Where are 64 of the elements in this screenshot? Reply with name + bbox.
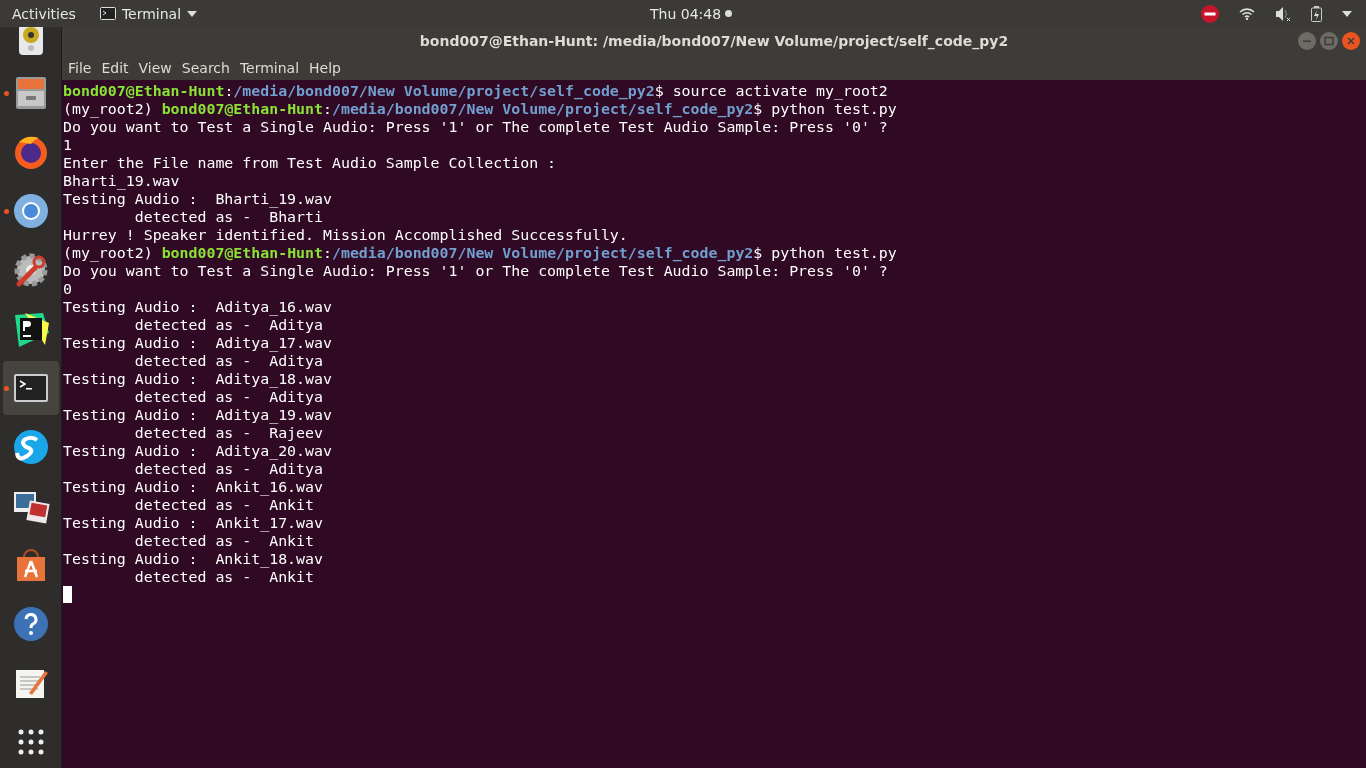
terminal-text: Bharti_19.wav: [63, 172, 180, 190]
prompt-path: /media/bond007/New Volume/project/self_code_py2: [331, 100, 754, 118]
terminal-text: Testing Audio : Aditya_16.wav: [63, 298, 332, 316]
terminal-text: (my_root2): [63, 244, 154, 262]
menu-item[interactable]: Search: [176, 59, 235, 76]
prompt-user: bond007@Ethan-Hunt: [63, 82, 225, 100]
wifi-icon[interactable]: [1239, 7, 1255, 20]
terminal-text: Enter the File name from Test Audio Sample Collection :: [63, 154, 557, 172]
prompt-path: /media/bond007/New Volume/project/self_code_py2: [233, 82, 655, 100]
terminal-text: Testing Audio : Aditya_19.wav: [63, 406, 332, 424]
terminal-text: $ python test.py: [753, 100, 897, 118]
caret-icon: [187, 10, 198, 17]
terminal-text: detected as - Rajeev: [133, 424, 323, 442]
menu-item[interactable]: Edit: [96, 59, 134, 76]
terminal-text: Testing Audio : Ankit_17.wav: [63, 514, 323, 532]
terminal-text: 0: [63, 280, 72, 298]
terminal-text: detected as - Aditya: [133, 460, 323, 478]
terminal-text: detected as - Bharti: [133, 208, 323, 226]
window-title: bond007@Ethan-Hunt: /media/bond007/New Volume/project/self_code_py2: [419, 33, 1009, 49]
text-cursor: [63, 586, 72, 603]
terminal-text: detected as - Aditya: [133, 316, 323, 334]
activities-button[interactable]: Activities: [12, 5, 76, 22]
terminal-text: detected as - Ankit: [133, 532, 315, 550]
terminal-text: $ source activate my_root2: [654, 82, 888, 100]
caret-icon[interactable]: [1342, 10, 1352, 17]
terminal-icon: [99, 7, 116, 20]
terminal-text: Do you want to Test a Single Audio: Press '1' or The complete Test Audio Sample: Press '0' ?: [63, 262, 888, 280]
prompt-user: bond007@Ethan-Hunt: [161, 100, 323, 118]
terminal-text: (my_root2): [63, 100, 154, 118]
close-button[interactable]: [1342, 32, 1360, 50]
menu-item[interactable]: Help: [304, 59, 346, 76]
clock[interactable]: Thu 04:48: [650, 5, 722, 22]
do-not-disturb-icon[interactable]: [1201, 4, 1219, 23]
terminal-area[interactable]: [62, 80, 1366, 768]
terminal-text: Testing Audio : Bharti_19.wav: [63, 190, 332, 208]
menu-item[interactable]: File: [63, 59, 97, 76]
terminal-text: Testing Audio : Aditya_18.wav: [63, 370, 332, 388]
terminal-text: $ python test.py: [753, 244, 897, 262]
prompt-path: /media/bond007/New Volume/project/self_code_py2: [331, 244, 754, 262]
running-indicator: [3, 91, 9, 96]
terminal-text: detected as - Aditya: [133, 388, 323, 406]
terminal-text: Testing Audio : Ankit_18.wav: [63, 550, 323, 568]
terminal-text: detected as - Ankit: [133, 568, 315, 586]
terminal-text: detected as - Aditya: [133, 352, 323, 370]
terminal-text: :: [323, 244, 332, 262]
terminal-text: :: [224, 82, 234, 100]
notification-dot-icon: [725, 10, 733, 17]
terminal-text: detected as - Ankit: [133, 496, 315, 514]
menu-item[interactable]: View: [133, 59, 177, 76]
terminal-text: Testing Audio : Aditya_20.wav: [63, 442, 332, 460]
prompt-user: bond007@Ethan-Hunt: [161, 244, 323, 262]
terminal-text: Do you want to Test a Single Audio: Press '1' or The complete Test Audio Sample: Press '0' ?: [63, 118, 888, 136]
terminal-text: Testing Audio : Aditya_17.wav: [63, 334, 332, 352]
dock-item[interactable]: [2, 361, 59, 415]
menu-item[interactable]: Terminal: [234, 59, 305, 76]
muted-speaker-icon[interactable]: [1275, 5, 1291, 22]
running-indicator: [3, 386, 9, 391]
terminal-text: :: [323, 100, 332, 118]
running-indicator: [3, 209, 9, 214]
app-menu[interactable]: Terminal: [99, 5, 198, 22]
terminal-text: Hurrey ! Speaker identified. Mission Accomplished Successfully.: [63, 226, 628, 244]
terminal-text: Testing Audio : Ankit_16.wav: [63, 478, 323, 496]
terminal-text: 1: [63, 136, 72, 154]
battery-icon[interactable]: [1311, 5, 1322, 22]
